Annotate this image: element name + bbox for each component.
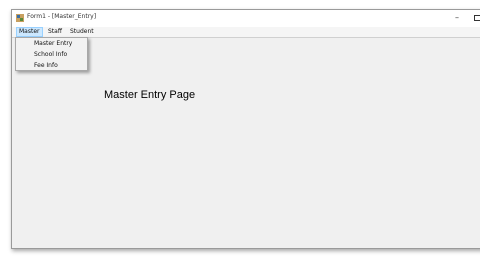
maximize-icon[interactable] <box>474 15 480 21</box>
window-title: Form1 - [Master_Entry] <box>27 13 97 20</box>
form-window: Form1 - [Master_Entry] – Master Staff St… <box>11 9 480 249</box>
title-bar[interactable]: Form1 - [Master_Entry] – <box>12 10 480 27</box>
menu-staff[interactable]: Staff <box>46 27 64 37</box>
menu-student[interactable]: Student <box>68 27 96 37</box>
menu-item-fee-info[interactable]: Fee Info <box>34 62 58 69</box>
master-dropdown-menu: Master Entry School Info Fee Info <box>15 37 88 71</box>
page-heading: Master Entry Page <box>104 89 196 101</box>
menu-item-school-info[interactable]: School Info <box>34 51 67 58</box>
menu-item-master-entry[interactable]: Master Entry <box>34 40 72 47</box>
menu-bar: Master Staff Student <box>12 27 480 37</box>
menu-master[interactable]: Master <box>16 27 43 37</box>
form-app-icon <box>16 14 24 22</box>
minimize-icon[interactable]: – <box>452 12 462 24</box>
